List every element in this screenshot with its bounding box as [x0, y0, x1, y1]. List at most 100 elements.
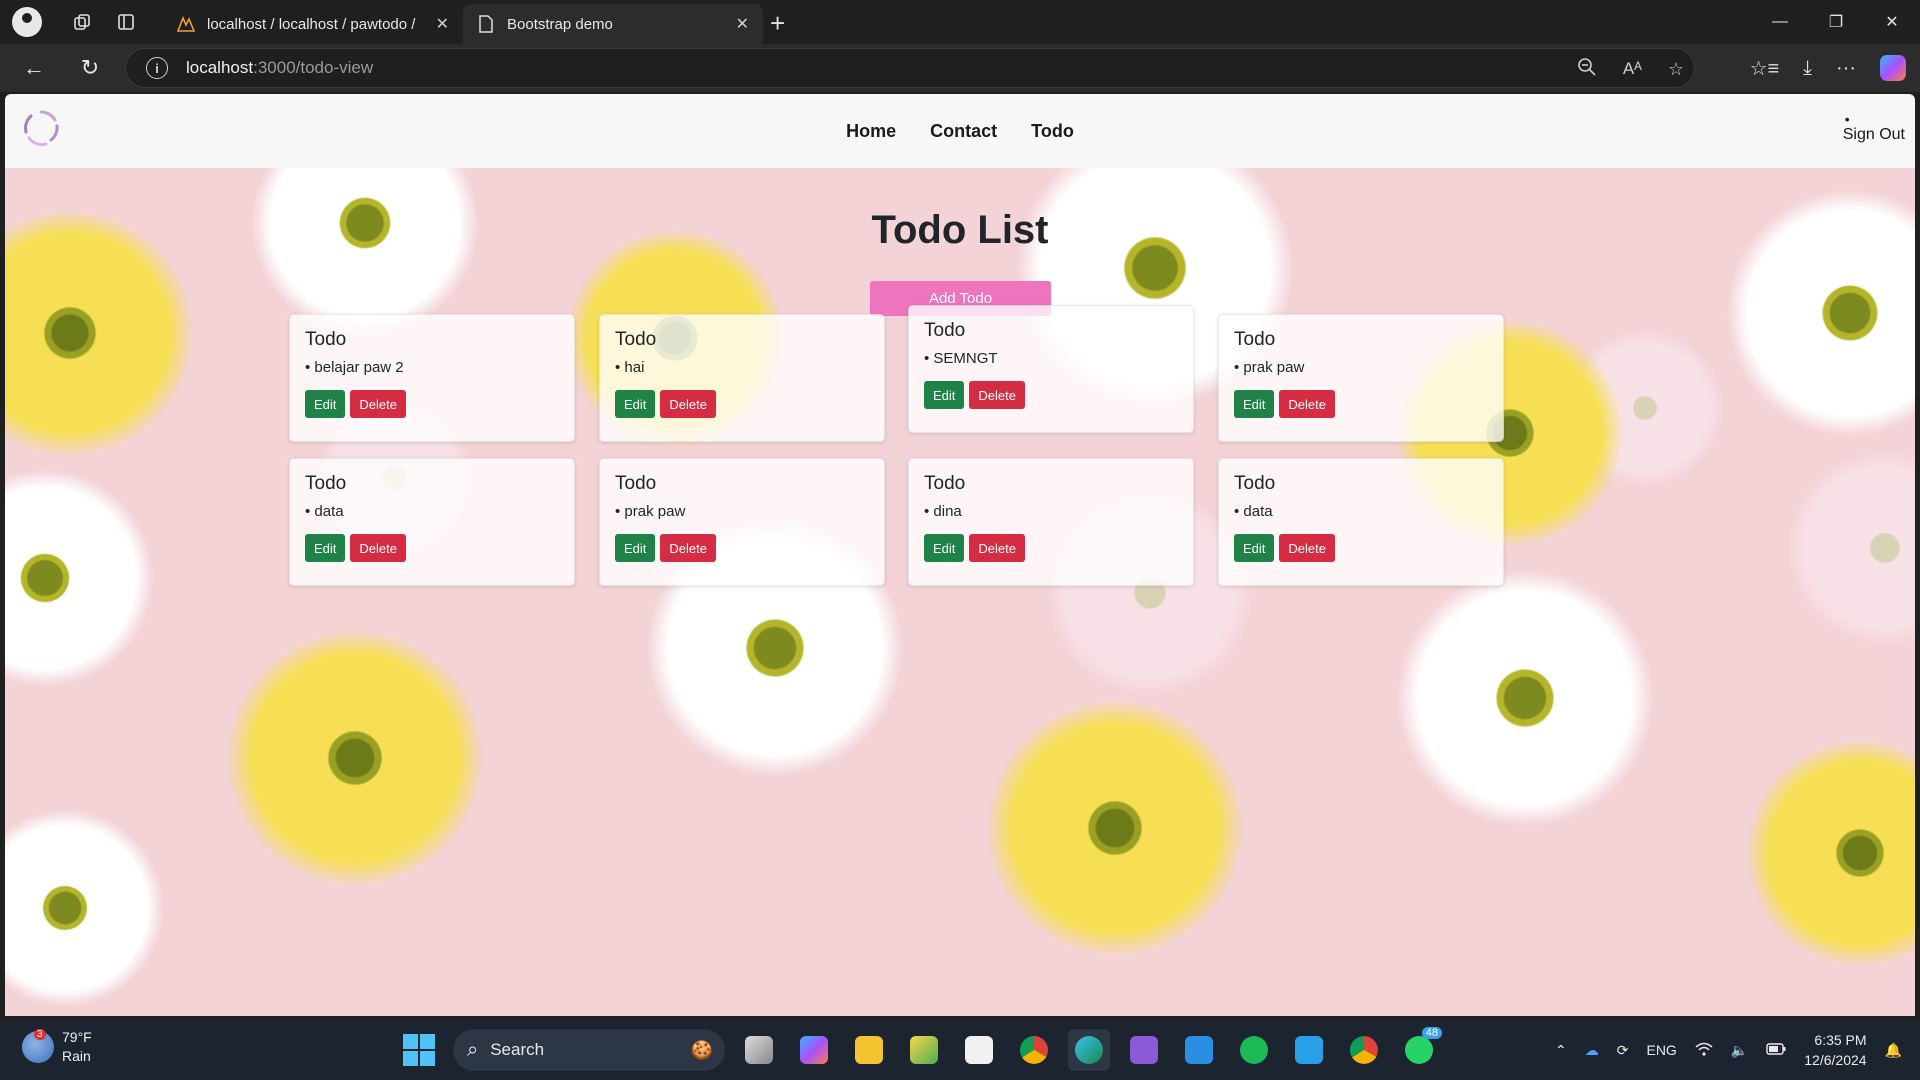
edit-button[interactable]: Edit	[305, 534, 346, 562]
edit-button[interactable]: Edit	[615, 534, 656, 562]
search-highlight-icon: 🍪	[690, 1039, 713, 1060]
todo-title: Todo	[1234, 473, 1276, 494]
page-viewport: Home Contact Todo • Sign Out Todo List A…	[5, 94, 1915, 1016]
window-controls: — ❐ ✕	[1752, 0, 1920, 44]
refresh-icon[interactable]: ↻	[76, 54, 104, 82]
volume-icon[interactable]: 🔈	[1731, 1042, 1748, 1059]
edit-button[interactable]: Edit	[1234, 534, 1275, 562]
edge-icon[interactable]	[1068, 1029, 1110, 1071]
weather-widget[interactable]: 3 79°F Rain	[22, 1028, 92, 1066]
start-button[interactable]	[398, 1029, 440, 1071]
favorite-star-icon[interactable]: ☆	[1668, 59, 1684, 80]
phpmyadmin-icon	[177, 15, 195, 33]
todo-title: Todo	[615, 329, 657, 350]
store-icon[interactable]	[958, 1029, 1000, 1071]
notification-bell-icon[interactable]: 🔔	[1885, 1042, 1902, 1059]
sign-out-label: Sign Out	[1842, 126, 1905, 143]
delete-button[interactable]: Delete	[969, 534, 1025, 562]
battery-icon[interactable]	[1766, 1042, 1786, 1058]
todo-title: Todo	[1234, 329, 1276, 350]
whatsapp-icon[interactable]: 48	[1398, 1027, 1442, 1071]
todo-card: Todo • dina Edit Delete	[908, 458, 1194, 586]
site-info-icon[interactable]: i	[146, 57, 168, 79]
restore-icon[interactable]: ❐	[1808, 0, 1864, 44]
weather-icon: 3	[22, 1029, 54, 1063]
sync-icon[interactable]: ⟳	[1617, 1042, 1629, 1059]
todo-card: Todo • data Edit Delete	[1218, 458, 1504, 586]
edit-button[interactable]: Edit	[924, 381, 965, 409]
browser-titlebar: localhost / localhost / pawtodo / ✕ Boot…	[0, 0, 1920, 44]
edit-button[interactable]: Edit	[305, 390, 346, 418]
copilot-app-icon[interactable]	[793, 1029, 835, 1071]
language-indicator[interactable]: ENG	[1646, 1042, 1676, 1058]
file-explorer-icon[interactable]	[848, 1029, 890, 1071]
zoom-icon[interactable]	[1577, 57, 1597, 82]
todo-item: • hai	[615, 359, 645, 376]
spotify-icon[interactable]	[1233, 1029, 1275, 1071]
delete-button[interactable]: Delete	[660, 390, 716, 418]
onedrive-icon[interactable]: ☁	[1585, 1042, 1599, 1059]
url-text[interactable]: localhost:3000/todo-view	[186, 58, 373, 78]
mysql-workbench-icon[interactable]	[1288, 1029, 1330, 1071]
todo-item: • data	[1234, 503, 1273, 520]
minimize-icon[interactable]: —	[1752, 0, 1808, 44]
taskbar-apps: ⌕ Search 🍪 48	[398, 1027, 1442, 1072]
downloads-icon[interactable]: ⤓	[1803, 57, 1812, 80]
edit-button[interactable]: Edit	[615, 390, 656, 418]
copilot-icon[interactable]	[1880, 55, 1906, 81]
chevron-up-icon[interactable]: ⌃	[1555, 1042, 1567, 1059]
delete-button[interactable]: Delete	[1279, 390, 1335, 418]
read-aloud-icon[interactable]: Aᴬ	[1623, 59, 1642, 79]
delete-button[interactable]: Delete	[1279, 534, 1335, 562]
nav-todo[interactable]: Todo	[1031, 121, 1074, 142]
todo-item: • SEMNGT	[924, 350, 998, 367]
clock[interactable]: 6:35 PM 12/6/2024	[1804, 1030, 1866, 1070]
xampp-icon[interactable]	[903, 1029, 945, 1071]
wifi-icon[interactable]	[1695, 1042, 1713, 1059]
todo-item: • prak paw	[1234, 359, 1305, 376]
vertical-tabs-icon[interactable]	[104, 0, 148, 44]
nav-home[interactable]: Home	[846, 121, 896, 142]
todo-card: Todo • SEMNGT Edit Delete	[908, 305, 1194, 433]
clock-time: 6:35 PM	[1814, 1032, 1867, 1048]
todo-title: Todo	[305, 329, 347, 350]
close-icon[interactable]: ✕	[436, 14, 449, 34]
sign-out-link[interactable]: • Sign Out	[1843, 112, 1905, 144]
browser-toolbar: ← ↻ i localhost:3000/todo-view Aᴬ ☆ ☆≡ ⤓…	[0, 44, 1920, 92]
close-window-icon[interactable]: ✕	[1864, 0, 1920, 44]
todo-item: • data	[305, 503, 344, 520]
todo-title: Todo	[615, 473, 657, 494]
chrome-profile-icon[interactable]	[1343, 1029, 1385, 1071]
site-navbar: Home Contact Todo • Sign Out	[5, 94, 1915, 168]
nav-contact[interactable]: Contact	[930, 121, 997, 142]
new-tab-icon[interactable]: +	[770, 8, 785, 39]
todo-title: Todo	[924, 320, 966, 341]
delete-button[interactable]: Delete	[660, 534, 716, 562]
taskbar-search[interactable]: ⌕ Search 🍪	[453, 1029, 725, 1071]
delete-button[interactable]: Delete	[969, 381, 1025, 409]
tab-bootstrap-demo[interactable]: Bootstrap demo ✕	[463, 4, 763, 44]
tab-phpmyadmin[interactable]: localhost / localhost / pawtodo / ✕	[163, 4, 463, 44]
back-icon[interactable]: ←	[20, 54, 48, 82]
address-bar[interactable]: i localhost:3000/todo-view Aᴬ ☆	[125, 48, 1695, 88]
page-title: Todo List	[871, 208, 1049, 252]
favorites-icon[interactable]: ☆≡	[1750, 56, 1780, 81]
profile-icon[interactable]	[12, 7, 42, 37]
edit-button[interactable]: Edit	[924, 534, 965, 562]
workspaces-icon[interactable]	[60, 0, 104, 44]
visual-studio-icon[interactable]	[1123, 1029, 1165, 1071]
delete-button[interactable]: Delete	[350, 534, 406, 562]
nav-links: Home Contact Todo	[5, 94, 1915, 168]
todo-card: Todo • belajar paw 2 Edit Delete	[289, 314, 575, 442]
delete-button[interactable]: Delete	[350, 390, 406, 418]
task-view-icon[interactable]	[738, 1029, 780, 1071]
weather-temp: 79°F	[62, 1029, 92, 1045]
todo-item: • prak paw	[615, 503, 686, 520]
vscode-icon[interactable]	[1178, 1029, 1220, 1071]
chrome-icon[interactable]	[1013, 1029, 1055, 1071]
close-icon[interactable]: ✕	[736, 14, 749, 34]
search-icon: ⌕	[467, 1038, 479, 1061]
more-menu-icon[interactable]: ···	[1836, 57, 1856, 80]
edit-button[interactable]: Edit	[1234, 390, 1275, 418]
todo-item: • dina	[924, 503, 962, 520]
